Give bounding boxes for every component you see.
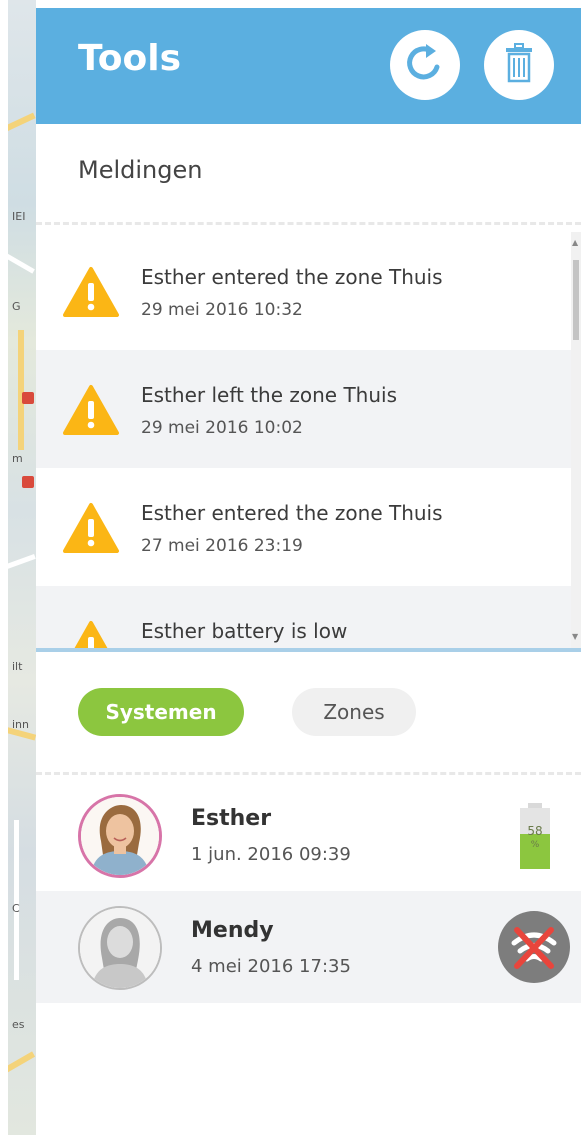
no-signal-icon: [498, 911, 570, 983]
system-time: 4 mei 2016 17:35: [191, 956, 351, 977]
window-edge: [0, 0, 8, 1135]
map-label: inn: [12, 718, 29, 731]
notification-time: 29 mei 2016 10:32: [141, 300, 303, 320]
panel-title: Tools: [78, 38, 182, 79]
warning-icon: [62, 502, 120, 558]
refresh-icon: [405, 41, 445, 89]
notification-time: 29 mei 2016 10:02: [141, 418, 303, 438]
notification-message: Esther entered the zone Thuis: [141, 265, 443, 289]
map-label: G: [12, 300, 21, 313]
map-label: es: [12, 1018, 25, 1031]
map-label: ilt: [12, 660, 23, 673]
tab-systemen[interactable]: Systemen: [78, 688, 244, 736]
notification-list[interactable]: Esther entered the zone Thuis 29 mei 201…: [36, 232, 571, 648]
warning-icon: [62, 266, 120, 322]
warning-icon: [62, 620, 120, 648]
battery-icon: 58%: [520, 803, 550, 869]
notification-message: Esther left the zone Thuis: [141, 383, 398, 407]
notification-time: 27 mei 2016 23:19: [141, 536, 303, 556]
system-item-esther[interactable]: Esther 1 jun. 2016 09:39 58%: [36, 779, 581, 891]
tab-zones[interactable]: Zones: [292, 688, 416, 736]
system-name: Mendy: [191, 918, 274, 943]
refresh-button[interactable]: [390, 30, 460, 100]
notification-message: Esther entered the zone Thuis: [141, 501, 443, 525]
section-divider: [36, 648, 581, 652]
map-label: C: [12, 902, 20, 915]
notification-scrollbar[interactable]: ▲ ▼: [571, 232, 581, 648]
map-marker: [22, 476, 34, 488]
system-time: 1 jun. 2016 09:39: [191, 844, 351, 865]
warning-icon: [62, 384, 120, 440]
notification-message: Esther battery is low: [141, 619, 348, 643]
notification-item[interactable]: Esther left the zone Thuis 29 mei 2016 1…: [36, 350, 571, 468]
system-name: Esther: [191, 806, 272, 831]
map-label: IEI: [12, 210, 26, 223]
trash-icon: [504, 43, 534, 87]
avatar: [78, 906, 162, 990]
notification-item[interactable]: Esther entered the zone Thuis 29 mei 201…: [36, 232, 571, 350]
battery-percent: 58%: [527, 824, 543, 850]
scroll-up-icon[interactable]: ▲: [572, 238, 578, 247]
map-label: m: [12, 452, 23, 465]
delete-button[interactable]: [484, 30, 554, 100]
divider: [36, 222, 581, 225]
map-marker: [22, 392, 34, 404]
notification-item[interactable]: Esther entered the zone Thuis 27 mei 201…: [36, 468, 571, 586]
notification-item[interactable]: Esther battery is low: [36, 586, 571, 648]
panel-header: Tools: [36, 8, 581, 124]
tools-panel: Tools Meldingen Esther entered the zone …: [36, 8, 581, 1135]
avatar: [78, 794, 162, 878]
notifications-title: Meldingen: [78, 156, 203, 184]
system-item-mendy[interactable]: Mendy 4 mei 2016 17:35: [36, 891, 581, 1003]
divider: [36, 772, 581, 775]
scroll-down-icon[interactable]: ▼: [572, 632, 578, 641]
scrollbar-thumb[interactable]: [573, 260, 579, 340]
